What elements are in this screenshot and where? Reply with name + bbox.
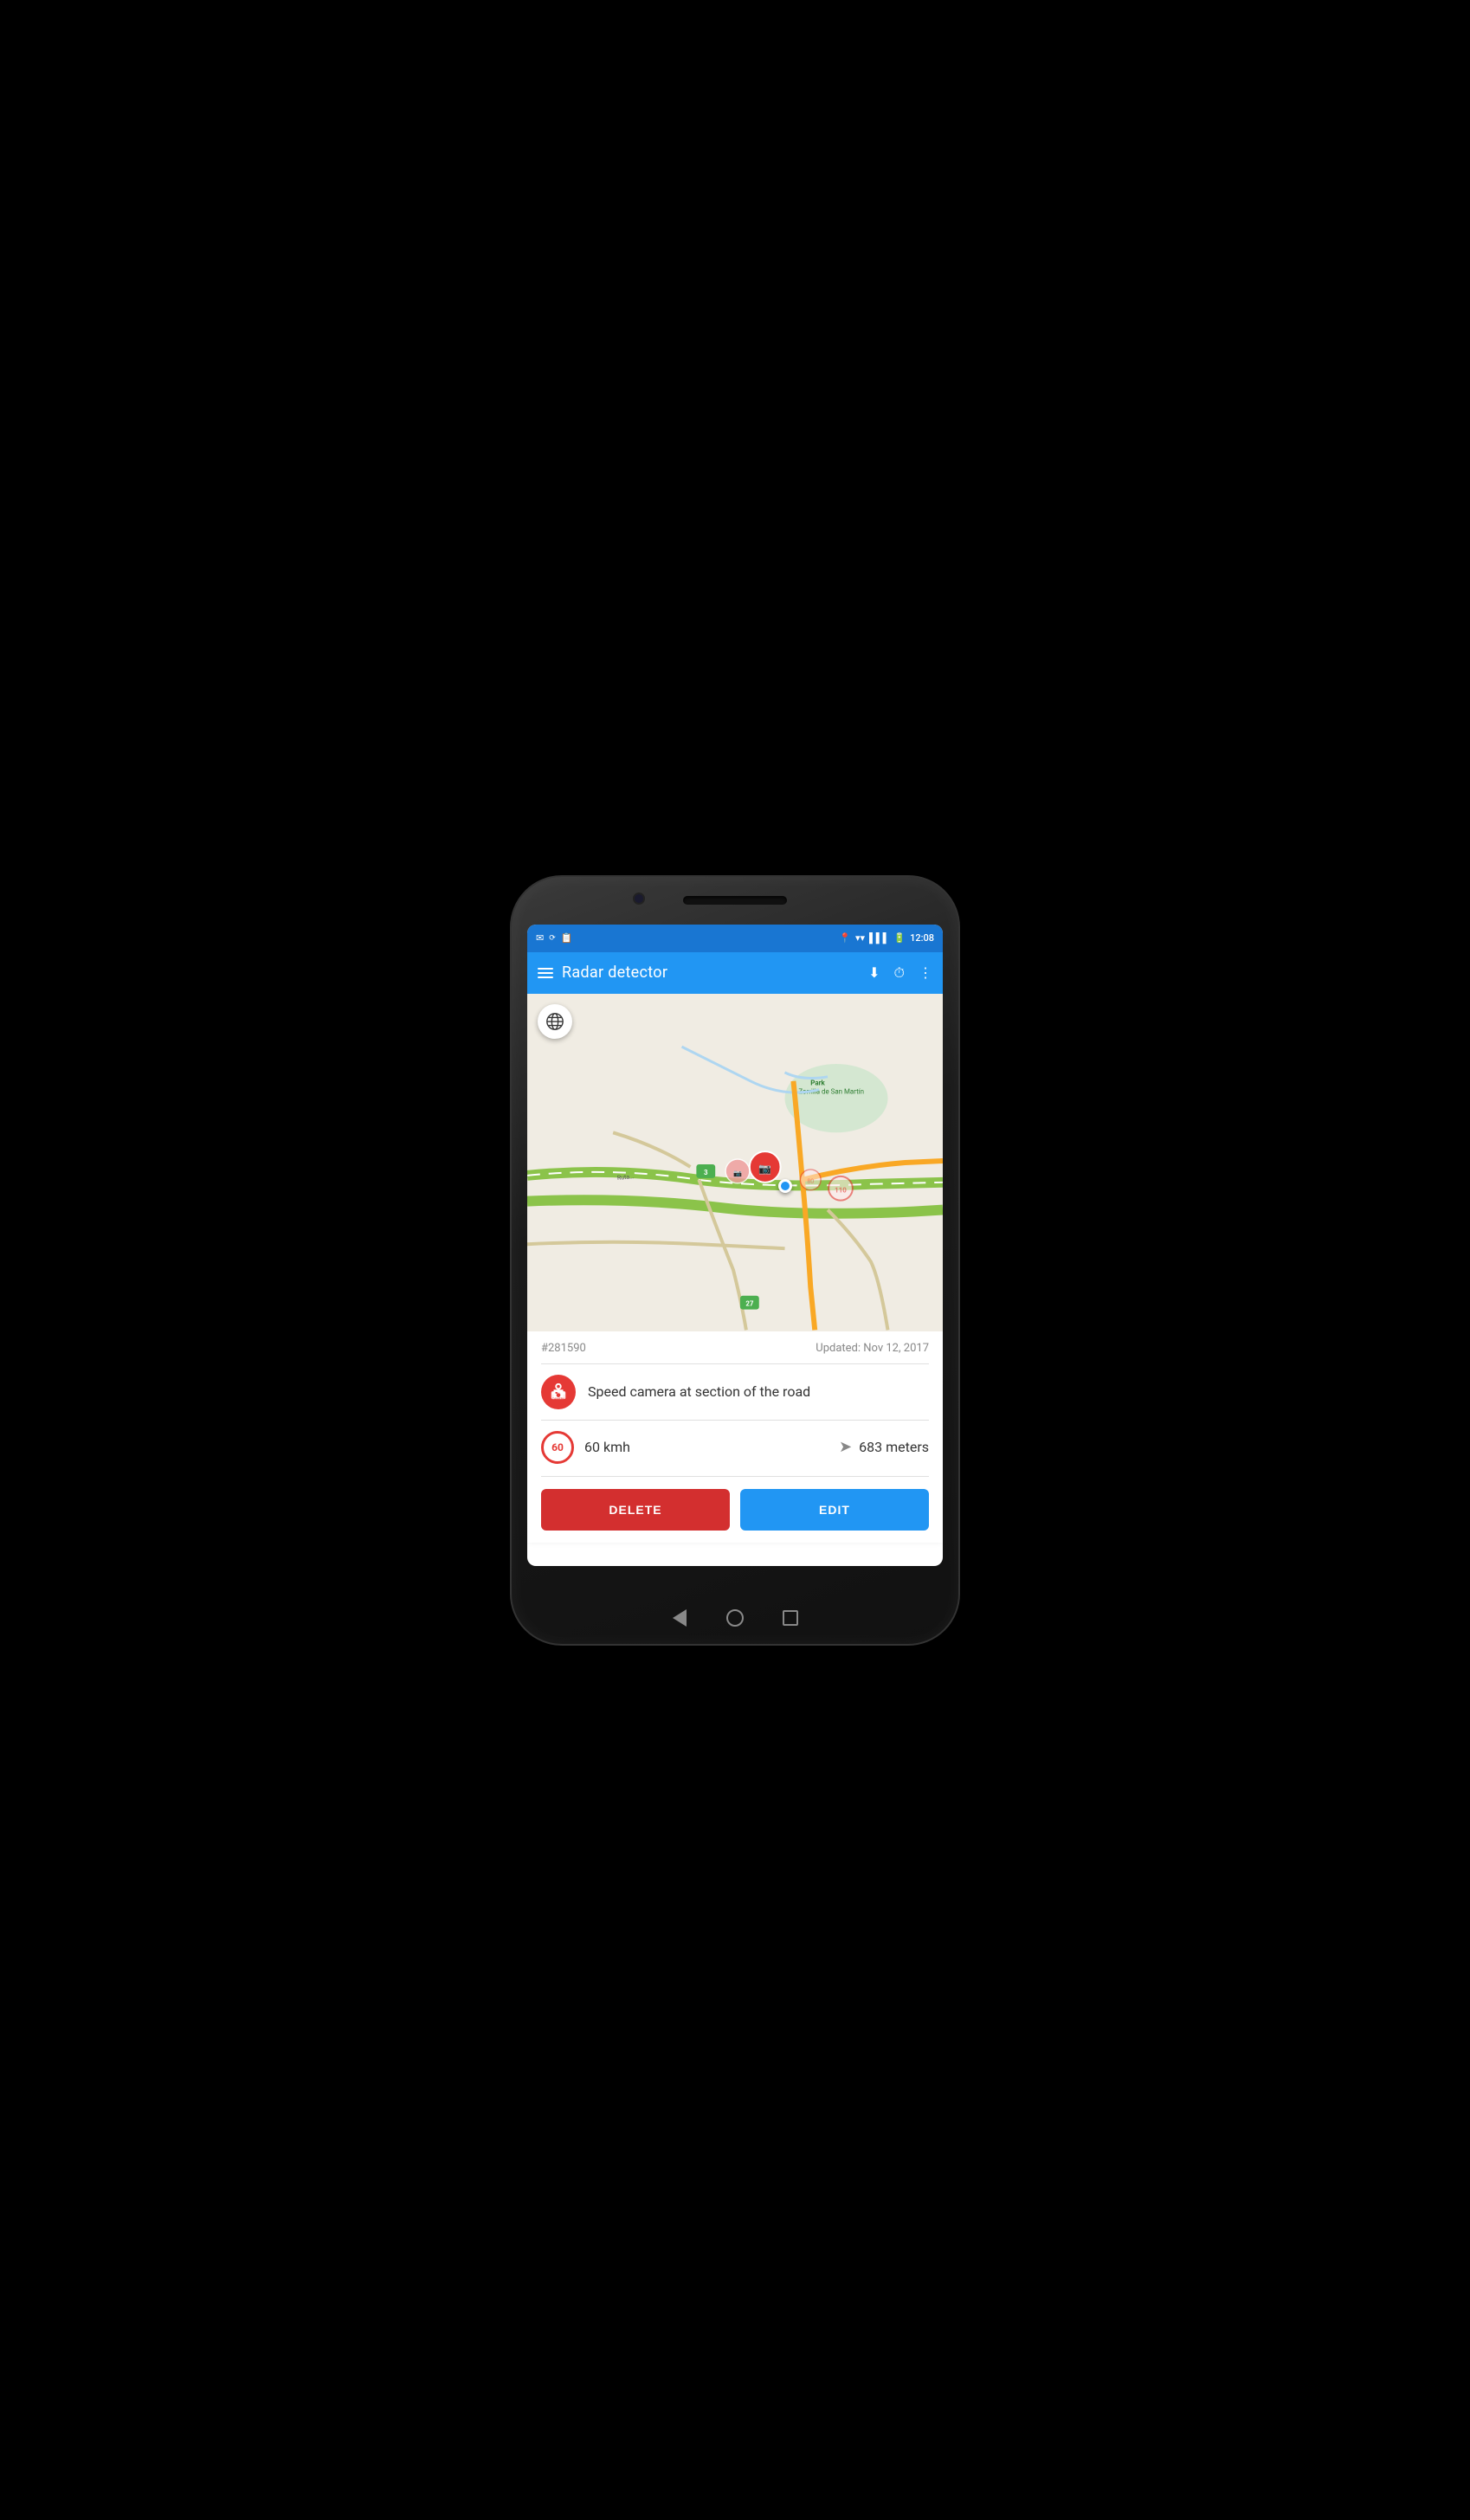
more-vert-icon[interactable]: ⋮ [919, 964, 932, 981]
download-icon[interactable]: ⬇ [868, 964, 880, 981]
speed-label: 60 kmh [584, 1439, 839, 1455]
location-icon: 📍 [839, 932, 851, 944]
svg-text:📷: 📷 [758, 1162, 771, 1174]
svg-text:80: 80 [807, 1177, 814, 1184]
camera-id: #281590 [541, 1342, 586, 1355]
clock-display: 12:08 [910, 932, 934, 944]
panel-header-row: #281590 Updated: Nov 12, 2017 [541, 1342, 929, 1364]
delete-button[interactable]: DELETE [541, 1489, 730, 1531]
distance-group: ➤ 683 meters [839, 1438, 929, 1456]
svg-text:Ruta...: Ruta... [617, 1173, 635, 1182]
app-title: Radar detector [562, 964, 860, 982]
svg-text:3: 3 [704, 1168, 708, 1176]
home-button[interactable] [725, 1608, 745, 1628]
svg-text:110: 110 [835, 1186, 847, 1194]
back-button[interactable] [669, 1608, 690, 1628]
updated-date: Updated: Nov 12, 2017 [816, 1342, 929, 1355]
phone-camera [633, 893, 645, 905]
phone-outer: ✉ ⟳ 📋 📍 ▾▾ ▌▌▌ 🔋 12:08 Radar detector ⬇ [510, 875, 960, 1646]
nav-bar [669, 1608, 801, 1628]
globe-button[interactable] [538, 1004, 572, 1039]
speed-distance-row: 60 60 kmh ➤ 683 meters [541, 1421, 929, 1477]
clipboard-icon: 📋 [561, 932, 573, 944]
sync-icon: ⟳ [549, 934, 556, 943]
navigation-arrow-icon: ➤ [839, 1438, 852, 1456]
hamburger-menu-button[interactable] [538, 968, 553, 978]
camera-type-row: CAMERA Speed camera at section of the ro… [541, 1364, 929, 1421]
signal-icon: ▌▌▌ [869, 932, 889, 944]
svg-text:27: 27 [745, 1299, 754, 1307]
info-panel: #281590 Updated: Nov 12, 2017 CAMERA Spe… [527, 1331, 943, 1543]
map-view[interactable]: Park Zorrilla de San Martín [527, 994, 943, 1331]
recents-button[interactable] [780, 1608, 801, 1628]
wifi-icon: ▾▾ [855, 932, 865, 944]
svg-text:Park: Park [810, 1079, 825, 1086]
user-location-dot [778, 1179, 792, 1193]
speed-limit-sign: 60 [541, 1431, 574, 1464]
edit-button[interactable]: EDIT [740, 1489, 929, 1531]
battery-icon: 🔋 [893, 932, 906, 944]
app-bar: Radar detector ⬇ ⏱ ⋮ [527, 952, 943, 994]
status-bar: ✉ ⟳ 📋 📍 ▾▾ ▌▌▌ 🔋 12:08 [527, 925, 943, 952]
clock-icon[interactable]: ⏱ [894, 964, 905, 982]
svg-text:📷: 📷 [733, 1169, 742, 1176]
phone-speaker [683, 896, 787, 905]
gmail-icon: ✉ [536, 932, 544, 944]
camera-type-label: Speed camera at section of the road [588, 1383, 810, 1400]
panel-actions-row: DELETE EDIT [541, 1477, 929, 1531]
phone-screen: ✉ ⟳ 📋 📍 ▾▾ ▌▌▌ 🔋 12:08 Radar detector ⬇ [527, 925, 943, 1566]
distance-label: 683 meters [859, 1439, 929, 1455]
svg-text:CAMERA: CAMERA [552, 1397, 565, 1401]
camera-type-icon: CAMERA [541, 1375, 576, 1409]
